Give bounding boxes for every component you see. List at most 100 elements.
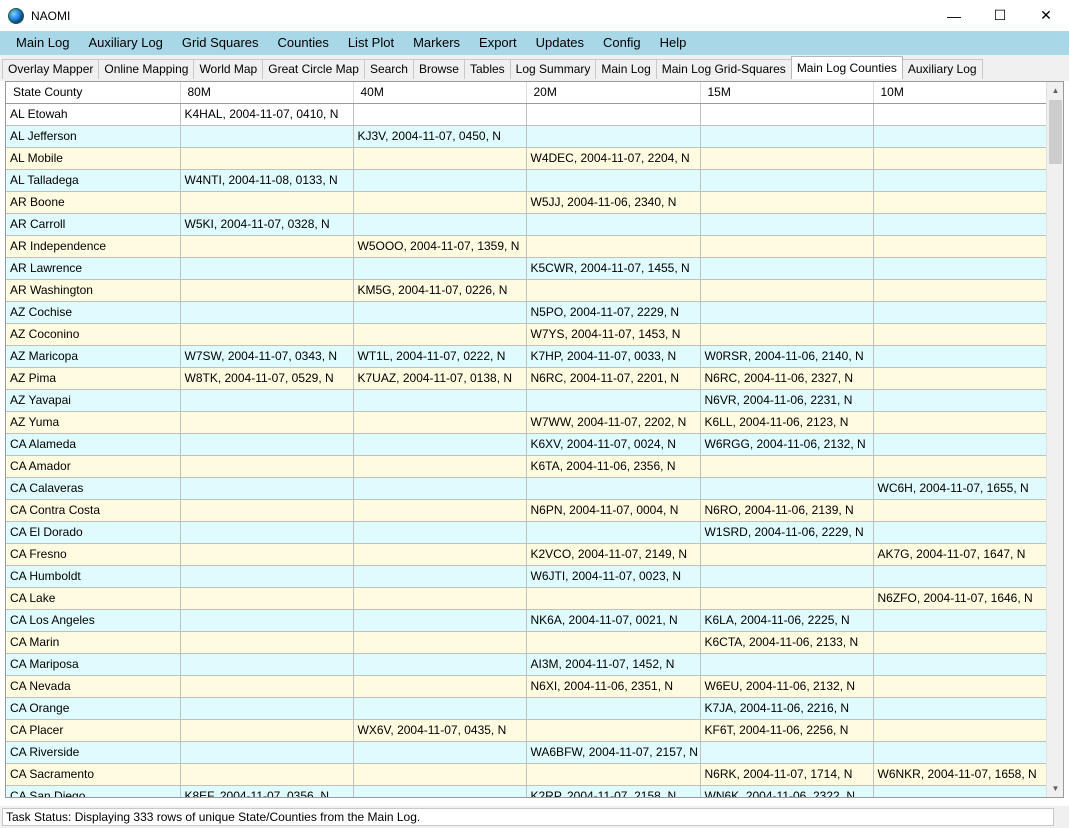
state-county-cell[interactable]: CA Alameda [6,433,181,456]
column-header-20m[interactable]: 20M [526,82,701,104]
table-row[interactable]: AZ Cochise N5PO, 2004-11-07, 2229, N [6,301,1047,324]
band-cell-15m[interactable] [700,477,874,500]
tab-main-log-counties[interactable]: Main Log Counties [790,56,903,79]
band-cell-40m[interactable] [353,785,527,797]
tab-log-summary[interactable]: Log Summary [509,59,597,79]
band-cell-10m[interactable] [873,719,1047,742]
tab-search[interactable]: Search [363,59,414,79]
band-cell-15m[interactable]: W6RGG, 2004-11-06, 2132, N [700,433,874,456]
band-cell-40m[interactable] [353,741,527,764]
state-county-cell[interactable]: AZ Coconino [6,323,181,346]
state-county-cell[interactable]: CA Calaveras [6,477,181,500]
band-cell-15m[interactable]: N6RO, 2004-11-06, 2139, N [700,499,874,522]
state-county-cell[interactable]: CA Sacramento [6,763,181,786]
band-cell-40m[interactable] [353,609,527,632]
band-cell-15m[interactable] [700,323,874,346]
menu-help[interactable]: Help [650,31,696,55]
scroll-up-icon[interactable]: ▲ [1047,82,1063,99]
band-cell-15m[interactable]: W1SRD, 2004-11-06, 2229, N [700,521,874,544]
band-cell-20m[interactable] [526,389,701,412]
state-county-cell[interactable]: CA Orange [6,697,181,720]
band-cell-15m[interactable]: WN6K, 2004-11-06, 2322, N [700,785,874,797]
menu-markers[interactable]: Markers [403,31,469,55]
band-cell-40m[interactable] [353,565,527,588]
band-cell-40m[interactable] [353,763,527,786]
band-cell-15m[interactable] [700,235,874,258]
band-cell-15m[interactable] [700,125,874,148]
tab-great-circle-map[interactable]: Great Circle Map [262,59,365,79]
band-cell-80m[interactable] [180,587,354,610]
column-header-state-county[interactable]: State County [6,82,181,104]
band-cell-80m[interactable] [180,235,354,258]
table-row[interactable]: CA Humboldt W6JTI, 2004-11-07, 0023, N [6,565,1047,588]
band-cell-80m[interactable] [180,763,354,786]
table-row[interactable]: CA Alameda K6XV, 2004-11-07, 0024, N W6RGG… [6,433,1047,456]
band-cell-20m[interactable]: AI3M, 2004-11-07, 1452, N [526,653,701,676]
state-county-cell[interactable]: CA Los Angeles [6,609,181,632]
band-cell-40m[interactable]: KJ3V, 2004-11-07, 0450, N [353,125,527,148]
menu-main-log[interactable]: Main Log [6,31,78,55]
table-row[interactable]: AZ Yavapai N6VR, 2004-11-06, 2231, N [6,389,1047,412]
band-cell-10m[interactable] [873,521,1047,544]
band-cell-15m[interactable]: N6RK, 2004-11-07, 1714, N [700,763,874,786]
band-cell-10m[interactable]: W6NKR, 2004-11-07, 1658, N [873,763,1047,786]
table-row[interactable]: CA Nevada N6XI, 2004-11-06, 2351, N W6EU, … [6,675,1047,698]
band-cell-20m[interactable] [526,521,701,544]
band-cell-10m[interactable] [873,565,1047,588]
state-county-cell[interactable]: AL Jefferson [6,125,181,148]
column-header-15m[interactable]: 15M [700,82,874,104]
state-county-cell[interactable]: CA Humboldt [6,565,181,588]
maximize-button[interactable]: ☐ [977,0,1023,31]
band-cell-10m[interactable] [873,345,1047,368]
tab-browse[interactable]: Browse [412,59,465,79]
band-cell-80m[interactable] [180,609,354,632]
band-cell-20m[interactable]: N6PN, 2004-11-07, 0004, N [526,499,701,522]
band-cell-80m[interactable] [180,301,354,324]
table-row[interactable]: CA Orange K7JA, 2004-11-06, 2216, N [6,697,1047,720]
band-cell-80m[interactable] [180,389,354,412]
band-cell-80m[interactable]: W5KI, 2004-11-07, 0328, N [180,213,354,236]
band-cell-10m[interactable] [873,257,1047,280]
band-cell-15m[interactable]: W6EU, 2004-11-06, 2132, N [700,675,874,698]
menu-counties[interactable]: Counties [268,31,338,55]
band-cell-20m[interactable]: K5CWR, 2004-11-07, 1455, N [526,257,701,280]
menu-auxiliary-log[interactable]: Auxiliary Log [78,31,171,55]
state-county-cell[interactable]: CA San Diego [6,785,181,797]
band-cell-10m[interactable] [873,103,1047,126]
table-row[interactable]: AR Boone W5JJ, 2004-11-06, 2340, N [6,191,1047,214]
band-cell-40m[interactable]: WX6V, 2004-11-07, 0435, N [353,719,527,742]
table-row[interactable]: AZ Pima W8TK, 2004-11-07, 0529, N K7UAZ, 2… [6,367,1047,390]
state-county-cell[interactable]: AZ Cochise [6,301,181,324]
band-cell-20m[interactable]: WA6BFW, 2004-11-07, 2157, N [526,741,701,764]
band-cell-10m[interactable] [873,433,1047,456]
band-cell-40m[interactable] [353,191,527,214]
band-cell-15m[interactable] [700,543,874,566]
state-county-cell[interactable]: AR Boone [6,191,181,214]
band-cell-20m[interactable] [526,279,701,302]
band-cell-20m[interactable] [526,631,701,654]
band-cell-20m[interactable] [526,235,701,258]
table-row[interactable]: AZ Maricopa W7SW, 2004-11-07, 0343, N WT1L… [6,345,1047,368]
band-cell-40m[interactable] [353,103,527,126]
vertical-scrollbar[interactable]: ▲ ▼ [1046,82,1063,797]
state-county-cell[interactable]: AZ Pima [6,367,181,390]
table-row[interactable]: AL Jefferson KJ3V, 2004-11-07, 0450, N [6,125,1047,148]
band-cell-40m[interactable] [353,147,527,170]
state-county-cell[interactable]: AZ Yuma [6,411,181,434]
table-row[interactable]: CA Contra Costa N6PN, 2004-11-07, 0004, N… [6,499,1047,522]
band-cell-80m[interactable] [180,565,354,588]
state-county-cell[interactable]: CA El Dorado [6,521,181,544]
state-county-cell[interactable]: CA Marin [6,631,181,654]
band-cell-15m[interactable] [700,213,874,236]
band-cell-40m[interactable]: WT1L, 2004-11-07, 0222, N [353,345,527,368]
band-cell-80m[interactable] [180,477,354,500]
table-row[interactable]: CA Placer WX6V, 2004-11-07, 0435, N KF6T, … [6,719,1047,742]
band-cell-40m[interactable] [353,301,527,324]
band-cell-10m[interactable] [873,631,1047,654]
band-cell-10m[interactable] [873,213,1047,236]
state-county-cell[interactable]: AL Talladega [6,169,181,192]
band-cell-15m[interactable]: N6RC, 2004-11-06, 2327, N [700,367,874,390]
band-cell-10m[interactable] [873,147,1047,170]
band-cell-20m[interactable]: W7WW, 2004-11-07, 2202, N [526,411,701,434]
band-cell-10m[interactable] [873,169,1047,192]
